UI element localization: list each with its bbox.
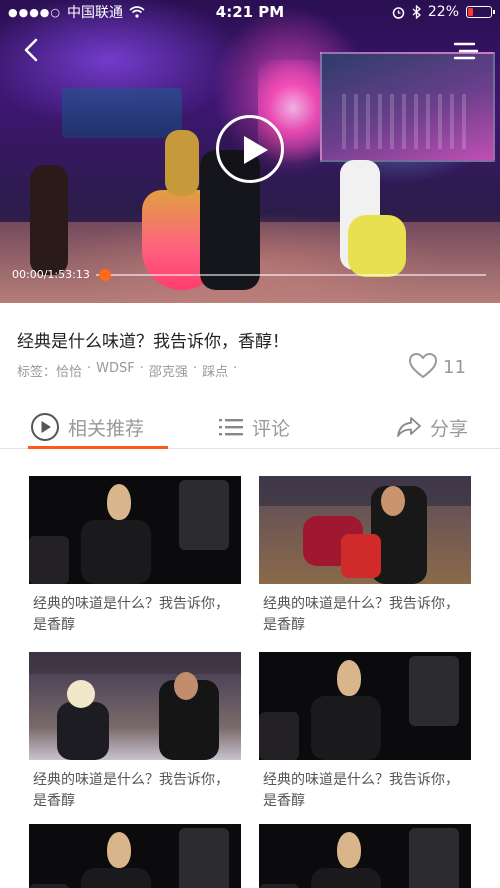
tab-comments[interactable]: 评论 xyxy=(218,405,290,449)
video-thumbnail xyxy=(29,652,241,760)
tab-label: 相关推荐 xyxy=(68,417,145,440)
thumbnail-shape xyxy=(29,884,69,888)
related-video-card[interactable]: 经典的味道是什么？我告诉你，是香醇 xyxy=(259,652,471,812)
tag-separator: · xyxy=(87,361,92,376)
background-dancer xyxy=(30,165,68,275)
tab-bar: 相关推荐 评论 分享 xyxy=(0,405,500,449)
thumbnail-shape xyxy=(29,652,241,674)
list-icon xyxy=(219,419,243,436)
wifi-icon xyxy=(129,6,145,18)
battery-percent: 22% xyxy=(427,4,459,20)
progress-thumb[interactable] xyxy=(99,269,111,281)
battery-level xyxy=(468,8,473,16)
thumbnail-shape xyxy=(81,520,151,584)
tags-label: 标签： xyxy=(17,365,57,380)
thumbnail-shape xyxy=(409,828,459,888)
related-video-card[interactable]: 经典的味道是什么？我告诉你，是香醇 xyxy=(259,476,471,636)
thumbnail-shape xyxy=(179,480,229,550)
thumbnail-shape xyxy=(341,534,381,578)
thumbnail-shape xyxy=(259,712,299,760)
thumbnail-shape xyxy=(174,672,198,700)
tab-label: 评论 xyxy=(252,417,291,440)
video-thumbnail xyxy=(29,476,241,584)
back-chevron-icon[interactable] xyxy=(18,36,46,64)
progress-bar[interactable] xyxy=(96,274,486,276)
thumbnail-shape xyxy=(337,832,361,868)
dancer-torso xyxy=(165,130,199,196)
tab-share[interactable]: 分享 xyxy=(396,405,468,449)
thumbnail-shape xyxy=(67,680,95,708)
share-icon xyxy=(397,417,421,437)
thumbnail-shape xyxy=(311,696,381,760)
alarm-icon xyxy=(392,6,405,19)
tag-item[interactable]: 恰恰 xyxy=(56,361,82,380)
video-thumbnail xyxy=(259,824,471,888)
carrier-name: 中国联通 xyxy=(67,5,123,21)
video-card-title: 经典的味道是什么？我告诉你，是香醇 xyxy=(263,596,459,633)
like-count: 11 xyxy=(443,357,466,378)
thumbnail-shape xyxy=(259,884,299,888)
heart-icon[interactable] xyxy=(408,352,438,380)
dancer-yellow-dress xyxy=(348,215,406,277)
active-tab-indicator xyxy=(28,446,168,449)
tag-separator: · xyxy=(233,361,238,376)
bluetooth-icon xyxy=(412,5,421,19)
play-icon[interactable] xyxy=(216,115,284,183)
thumbnail-shape xyxy=(409,656,459,726)
thumbnail-shape xyxy=(259,476,471,506)
video-thumbnail xyxy=(29,824,241,888)
video-thumbnail xyxy=(259,652,471,760)
tag-separator: · xyxy=(139,361,144,376)
video-thumbnail xyxy=(259,476,471,584)
playback-time: 00:00/1:53:13 xyxy=(12,268,90,281)
thumbnail-shape xyxy=(81,868,151,888)
thumbnail-shape xyxy=(107,484,131,520)
thumbnail-shape xyxy=(381,486,405,516)
thumbnail-shape xyxy=(57,702,109,760)
tag-separator: · xyxy=(192,361,198,376)
tag-item[interactable]: 踩点 xyxy=(202,361,228,380)
tag-item[interactable]: 邵克强 xyxy=(149,361,188,380)
thumbnail-shape xyxy=(179,828,229,888)
thumbnail-shape xyxy=(337,660,361,696)
signal-strength: ●●●●○ xyxy=(8,5,61,19)
thumbnail-shape xyxy=(311,868,381,888)
status-bar: ●●●●○ 中国联通 4:21 PM 22% xyxy=(0,0,500,24)
tab-related[interactable]: 相关推荐 xyxy=(30,405,144,449)
battery-icon xyxy=(466,6,495,18)
related-video-card[interactable]: 经典的味道是什么？我告诉你，是香醇 xyxy=(29,476,241,636)
tag-item[interactable]: WDSF xyxy=(96,361,135,380)
thumbnail-shape xyxy=(107,832,131,868)
play-circle-icon xyxy=(31,413,59,441)
thumbnail-shape xyxy=(29,536,69,584)
related-video-card[interactable] xyxy=(29,824,241,888)
led-screen xyxy=(320,52,495,162)
tab-label: 分享 xyxy=(430,417,469,440)
related-video-card[interactable]: 经典的味道是什么？我告诉你，是香醇 xyxy=(29,652,241,812)
more-menu-icon[interactable] xyxy=(452,38,480,64)
video-card-title: 经典的味道是什么？我告诉你，是香醇 xyxy=(33,596,229,633)
video-card-title: 经典的味道是什么？我告诉你，是香醇 xyxy=(263,772,459,809)
video-card-title: 经典的味道是什么？我告诉你，是香醇 xyxy=(33,772,229,809)
video-player[interactable]: ●●●●○ 中国联通 4:21 PM 22% 00:00/1:53:13 xyxy=(0,0,500,303)
event-banner xyxy=(62,88,182,138)
tag-list: 标签： 恰恰 · WDSF · 邵克强 · 踩点 · xyxy=(17,361,242,380)
related-video-card[interactable] xyxy=(259,824,471,888)
video-title: 经典是什么味道？我告诉你，香醇！ xyxy=(17,332,289,352)
clock: 4:21 PM xyxy=(215,3,285,21)
